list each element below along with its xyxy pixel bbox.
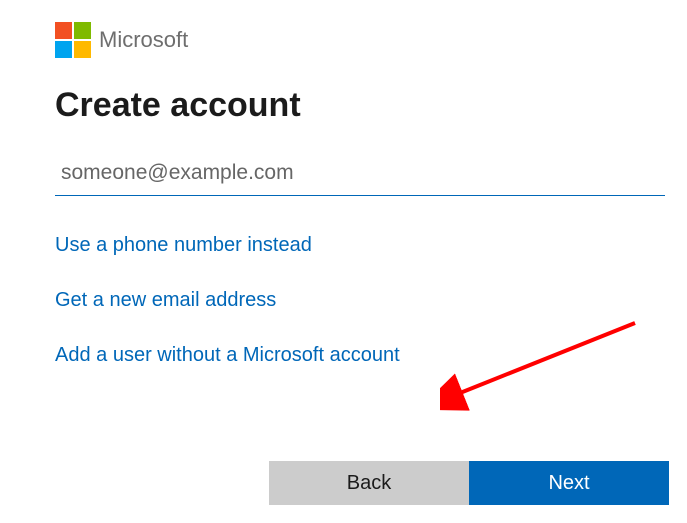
email-input[interactable] xyxy=(55,155,665,196)
use-phone-link[interactable]: Use a phone number instead xyxy=(55,234,312,257)
alt-links: Use a phone number instead Get a new ema… xyxy=(55,234,669,367)
microsoft-logo-icon xyxy=(55,22,91,58)
page-title: Create account xyxy=(55,86,669,125)
new-email-link[interactable]: Get a new email address xyxy=(55,289,276,312)
no-ms-account-link[interactable]: Add a user without a Microsoft account xyxy=(55,344,400,367)
back-button[interactable]: Back xyxy=(269,461,469,505)
brand-header: Microsoft xyxy=(55,22,669,58)
brand-text: Microsoft xyxy=(99,27,188,53)
button-row: Back Next xyxy=(269,461,669,505)
next-button[interactable]: Next xyxy=(469,461,669,505)
